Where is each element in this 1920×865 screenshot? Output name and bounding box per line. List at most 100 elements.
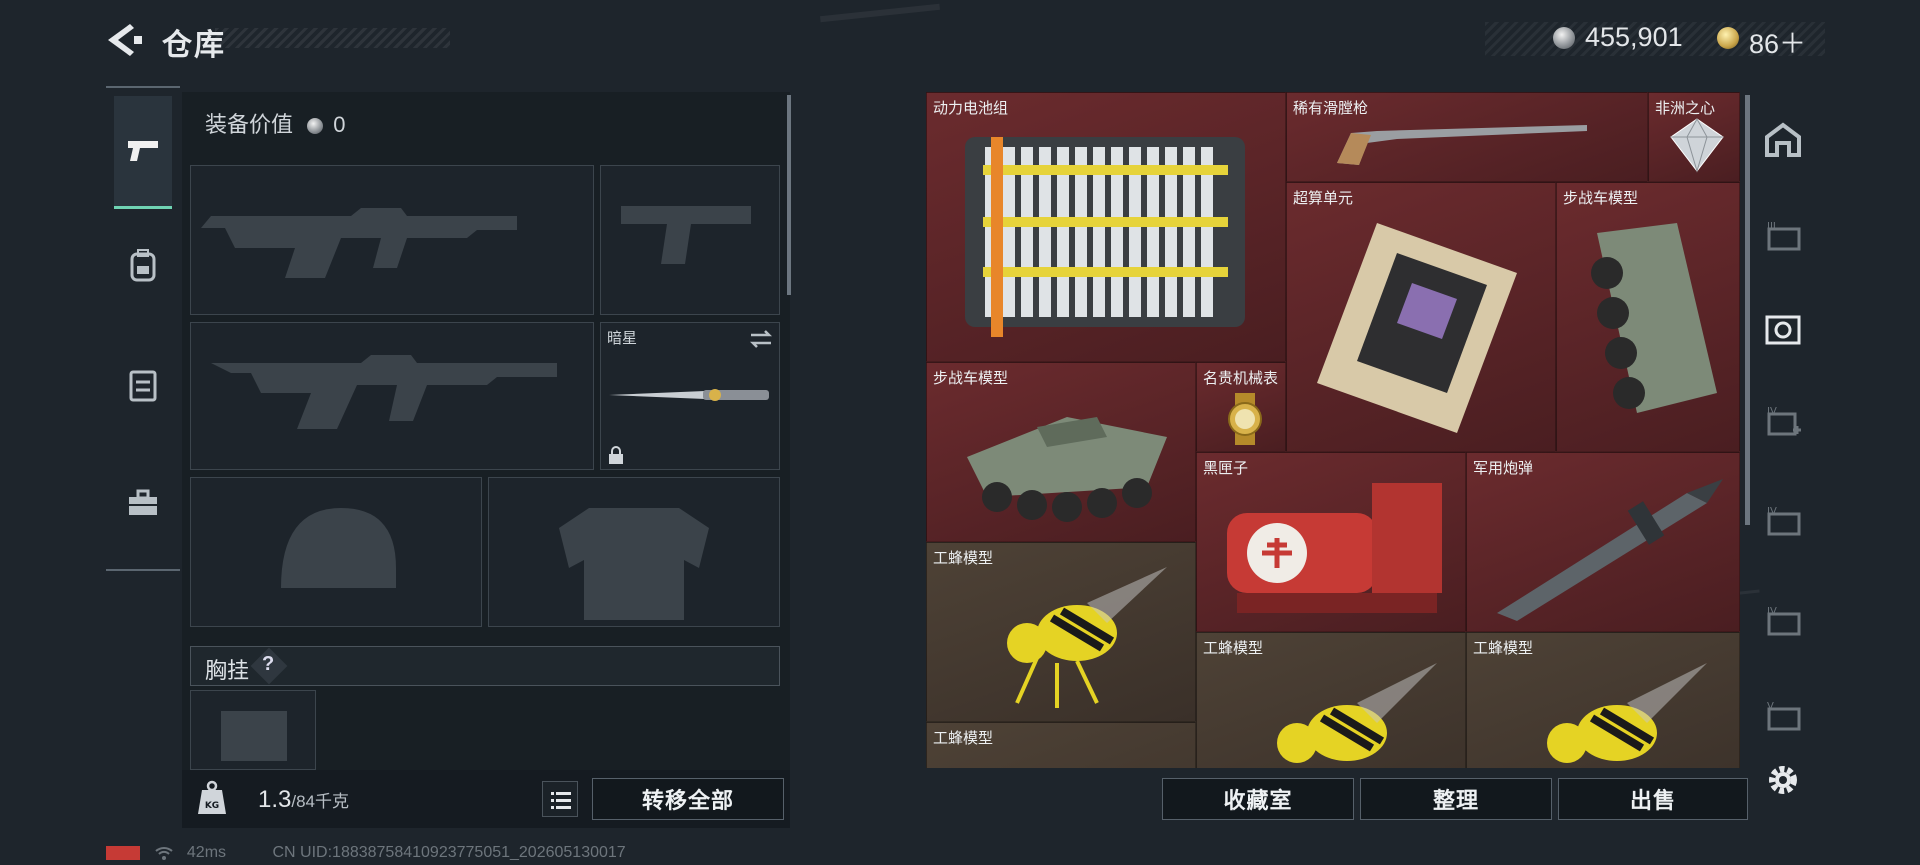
title-decoration xyxy=(215,28,450,48)
equipment-scrollbar[interactable] xyxy=(787,95,791,295)
helmet-slot[interactable] xyxy=(190,477,482,627)
page-title: 仓库 xyxy=(162,29,226,62)
equipment-category-tabs xyxy=(106,86,180,571)
artillery-shell-icon xyxy=(1497,479,1723,621)
storage-tier-iv-icon[interactable]: IV xyxy=(1758,497,1808,547)
chest-rig-label: 胸挂 xyxy=(205,658,250,683)
sell-button[interactable]: 出售 xyxy=(1558,778,1748,820)
wifi-icon xyxy=(154,846,174,860)
item-name: 名贵机械表 xyxy=(1203,370,1279,387)
backpack-icon xyxy=(130,249,156,282)
black-box-icon xyxy=(1227,483,1442,613)
tab-backpack[interactable] xyxy=(114,210,172,320)
inventory-item[interactable]: 工蜂模型 xyxy=(926,722,1196,768)
item-name: 步战车模型 xyxy=(933,370,1009,387)
inventory-grid: 动力电池组 稀有滑膛枪 非洲之心 超算单元 步战车模型 步战车模型 名贵机械表 … xyxy=(926,92,1740,768)
equipment-value: 装备价值 0 xyxy=(205,107,346,139)
secondary-weapon-slot[interactable] xyxy=(600,165,780,315)
back-arrow-icon xyxy=(108,24,142,56)
helmet-silhouette-icon xyxy=(281,508,396,588)
melee-slot[interactable]: 暗星 xyxy=(600,322,780,470)
worker-bee-model-icon xyxy=(1007,567,1167,708)
weight-icon: KG xyxy=(198,780,226,814)
swap-icon[interactable] xyxy=(749,329,773,349)
help-icon[interactable]: ? xyxy=(262,653,274,676)
inventory-scrollbar[interactable] xyxy=(1745,95,1750,525)
item-name: 工蜂模型 xyxy=(933,730,994,747)
vest-icon xyxy=(129,370,157,402)
inventory-item[interactable]: 非洲之心 xyxy=(1648,92,1740,182)
toolbox-icon xyxy=(129,489,157,515)
storage-rail: III IV IV IV V xyxy=(1758,92,1808,828)
pistol-icon xyxy=(128,141,158,161)
armor-slot[interactable] xyxy=(488,477,780,627)
supercomputer-unit-icon xyxy=(1317,223,1517,433)
rifle-silhouette-icon xyxy=(211,355,557,429)
musket-icon xyxy=(1337,125,1587,165)
inventory-item[interactable]: 工蜂模型 xyxy=(1196,632,1466,768)
diamond-icon xyxy=(1670,117,1724,173)
inventory-item[interactable]: 稀有滑膛枪 xyxy=(1286,92,1648,182)
storage-tier-v-icon[interactable]: V xyxy=(1758,692,1808,742)
storage-tier-iv-2-icon[interactable]: IV xyxy=(1758,597,1808,647)
transfer-all-button[interactable]: 转移全部 xyxy=(592,778,784,820)
inventory-item[interactable]: 步战车模型 xyxy=(1556,182,1740,452)
chest-rig-slot[interactable] xyxy=(190,690,316,770)
gold-amount[interactable]: 86＋ xyxy=(1749,22,1806,61)
svg-text:IV: IV xyxy=(1767,606,1777,617)
item-name: 超算单元 xyxy=(1293,190,1354,207)
inventory-item[interactable]: 工蜂模型 xyxy=(1466,632,1740,768)
primary-weapon-slot-1[interactable] xyxy=(190,165,594,315)
currency-bar: 455,901 86＋ xyxy=(1485,22,1825,59)
rifle-silhouette-icon xyxy=(201,208,517,278)
storage-tier-iii-icon[interactable]: III xyxy=(1758,212,1808,262)
weight-max: /84千克 xyxy=(291,792,350,811)
back-button[interactable] xyxy=(104,22,144,58)
inventory-item[interactable]: 步战车模型 xyxy=(926,362,1196,542)
ifv-model-icon xyxy=(967,417,1167,522)
tab-weapons[interactable] xyxy=(114,96,172,209)
svg-text:IV: IV xyxy=(1767,406,1777,417)
collection-room-button[interactable]: 收藏室 xyxy=(1162,778,1354,820)
storage-home-icon[interactable] xyxy=(1758,114,1808,164)
equipment-value-amount: 0 xyxy=(333,112,346,137)
inventory-item[interactable]: 名贵机械表 xyxy=(1196,362,1286,452)
storage-active-icon[interactable] xyxy=(1758,304,1808,354)
storage-tier-iv-add-icon[interactable]: IV xyxy=(1758,397,1808,447)
worker-bee-model-icon xyxy=(1277,663,1437,763)
status-bar: 42ms CN UID:18838758410923775051_2026051… xyxy=(106,844,626,862)
lock-icon xyxy=(609,446,623,464)
tab-toolbox[interactable] xyxy=(114,448,172,558)
settings-gear-icon[interactable] xyxy=(1763,760,1803,800)
gold-coin-icon xyxy=(1717,27,1739,49)
svg-text:KG: KG xyxy=(205,801,219,811)
silver-coin-icon xyxy=(1553,27,1575,49)
svg-text:IV: IV xyxy=(1767,506,1777,517)
svg-text:V: V xyxy=(1767,701,1774,712)
silver-amount: 455,901 xyxy=(1585,22,1683,52)
chest-rig-silhouette-icon xyxy=(221,711,287,761)
user-id: CN UID:18838758410923775051_202605130017 xyxy=(272,844,626,861)
pistol-silhouette-icon xyxy=(621,206,751,264)
ifv-model-icon xyxy=(1591,223,1717,413)
knife-icon xyxy=(609,389,769,401)
inventory-item[interactable]: 工蜂模型 xyxy=(926,542,1196,722)
sort-button[interactable]: 整理 xyxy=(1360,778,1552,820)
inventory-item[interactable]: 军用炮弹 xyxy=(1466,452,1740,632)
list-view-button[interactable] xyxy=(542,781,578,817)
svg-text:III: III xyxy=(1767,221,1776,232)
battery-icon xyxy=(106,845,140,860)
inventory-item[interactable]: 黑匣子 xyxy=(1196,452,1466,632)
primary-weapon-slot-2[interactable] xyxy=(190,322,594,470)
melee-name: 暗星 xyxy=(607,330,638,347)
tab-vest[interactable] xyxy=(114,330,172,440)
item-name: 动力电池组 xyxy=(933,100,1009,117)
item-name: 步战车模型 xyxy=(1563,190,1639,207)
weight-readout: 1.3/84千克 xyxy=(258,786,349,814)
weight-current: 1.3 xyxy=(258,786,292,813)
armor-silhouette-icon xyxy=(559,508,709,620)
inventory-item[interactable]: 动力电池组 xyxy=(926,92,1286,362)
silver-coin-icon xyxy=(307,118,324,135)
ping-readout: 42ms xyxy=(186,844,227,861)
inventory-item[interactable]: 超算单元 xyxy=(1286,182,1556,452)
